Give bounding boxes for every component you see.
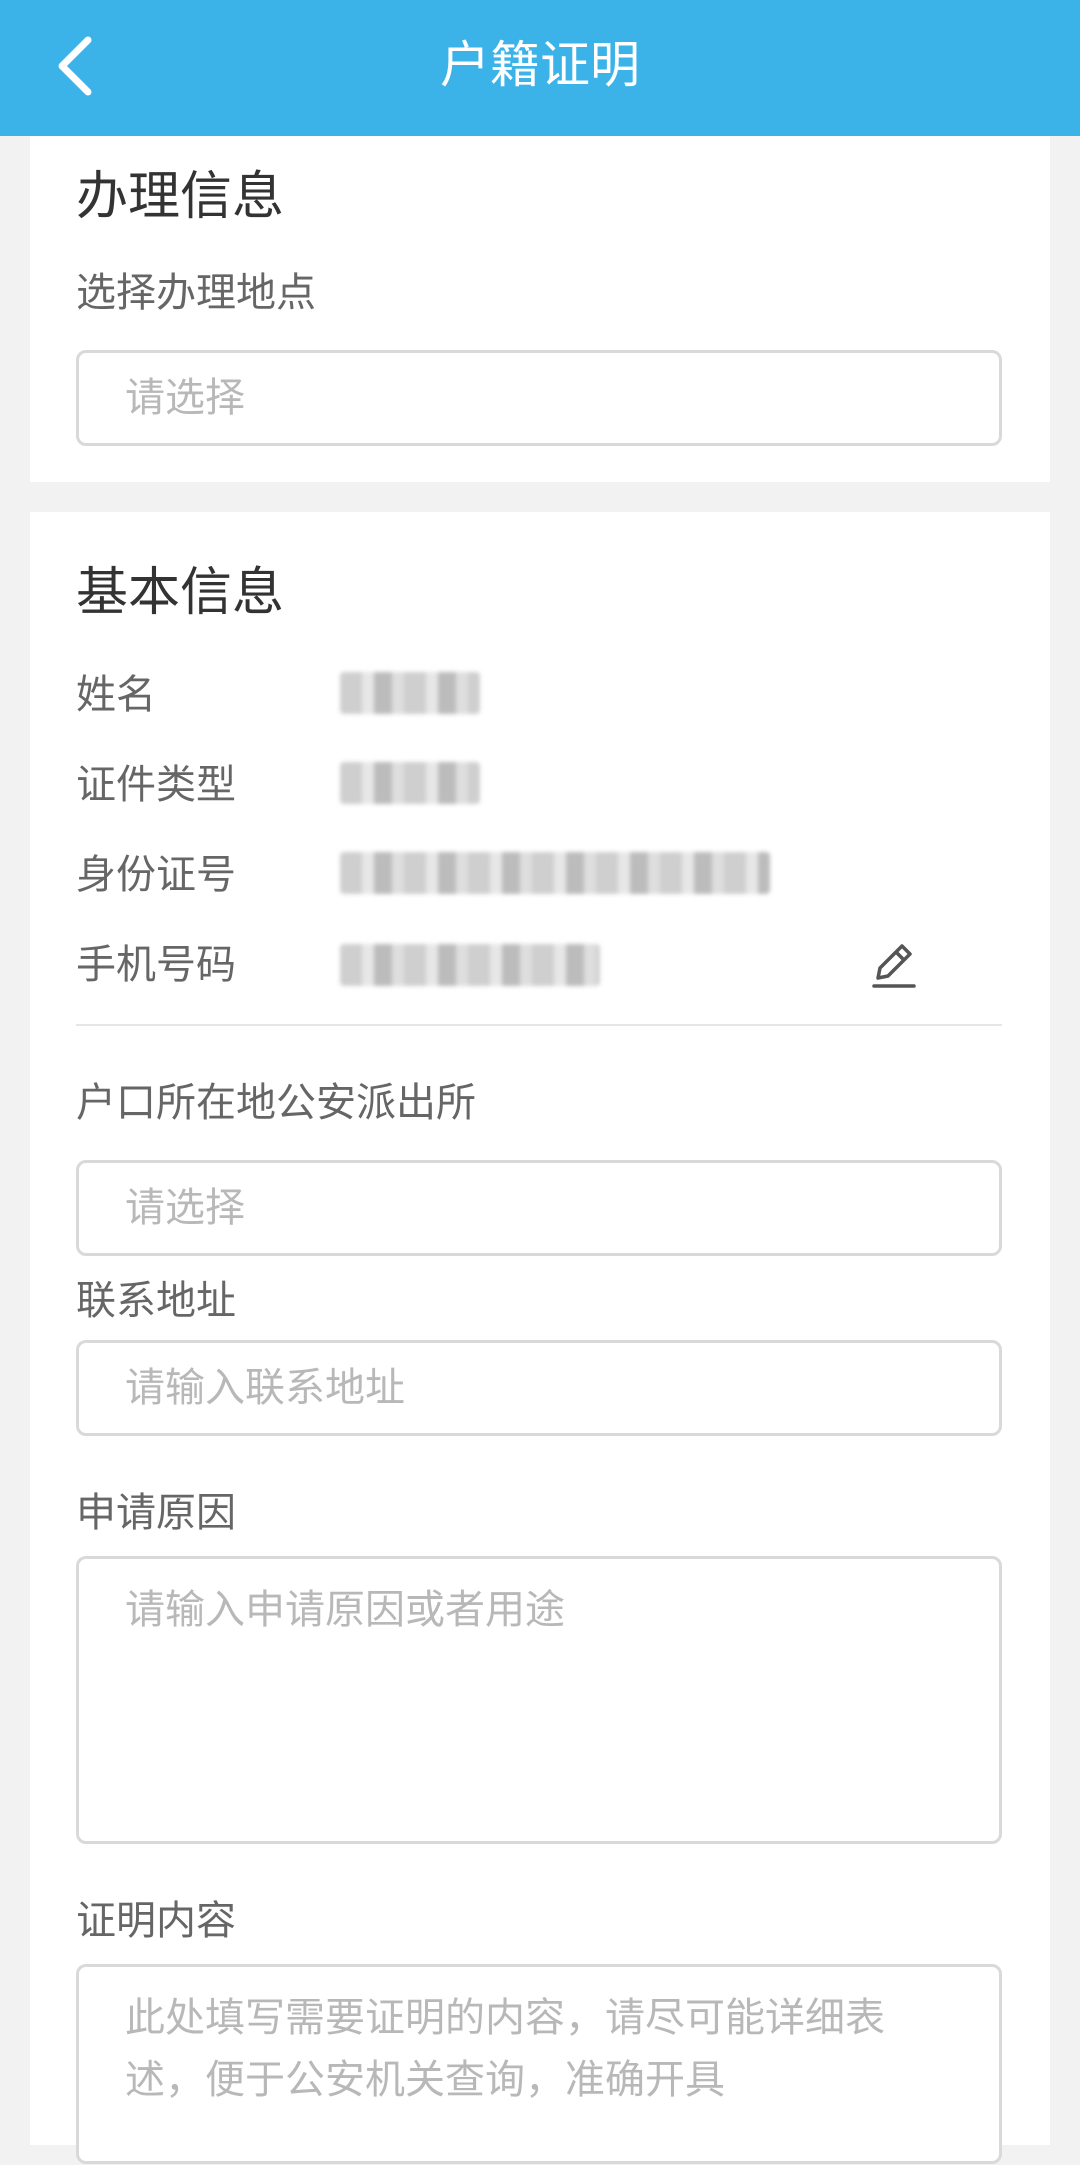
id-number-label: 身份证号	[76, 852, 236, 898]
location-select[interactable]	[76, 350, 1002, 446]
location-label: 选择办理地点	[76, 270, 316, 316]
header-bar: 户籍证明	[0, 0, 1080, 136]
divider	[76, 1024, 1002, 1026]
id-number-value-redacted	[340, 852, 770, 894]
content-field[interactable]	[76, 1964, 1002, 2164]
police-station-input[interactable]	[79, 1163, 999, 1253]
id-type-value-redacted	[340, 762, 480, 804]
page-title: 户籍证明	[440, 36, 640, 94]
handling-info-card: 办理信息 选择办理地点	[30, 136, 1050, 482]
address-label: 联系地址	[76, 1278, 236, 1324]
name-label: 姓名	[76, 672, 156, 718]
phone-label: 手机号码	[76, 942, 236, 988]
handling-section-title: 办理信息	[76, 167, 285, 227]
address-input[interactable]	[79, 1343, 999, 1433]
address-field[interactable]	[76, 1340, 1002, 1436]
content-label: 证明内容	[76, 1898, 236, 1944]
reason-field[interactable]	[76, 1556, 1002, 1844]
basic-section-title: 基本信息	[76, 563, 285, 623]
reason-label: 申请原因	[76, 1490, 236, 1536]
police-station-select[interactable]	[76, 1160, 1002, 1256]
basic-info-card: 基本信息 姓名 证件类型 身份证号 手机号码 户口所在地公安派出所 联系地址 申…	[30, 512, 1050, 2164]
id-type-label: 证件类型	[76, 762, 236, 808]
content-textarea[interactable]	[79, 1967, 999, 2161]
location-input[interactable]	[79, 353, 999, 443]
phone-value-redacted	[340, 944, 600, 986]
police-station-label: 户口所在地公安派出所	[76, 1080, 476, 1126]
name-value-redacted	[340, 672, 480, 714]
pencil-icon[interactable]	[866, 936, 922, 992]
reason-textarea[interactable]	[79, 1559, 999, 1841]
